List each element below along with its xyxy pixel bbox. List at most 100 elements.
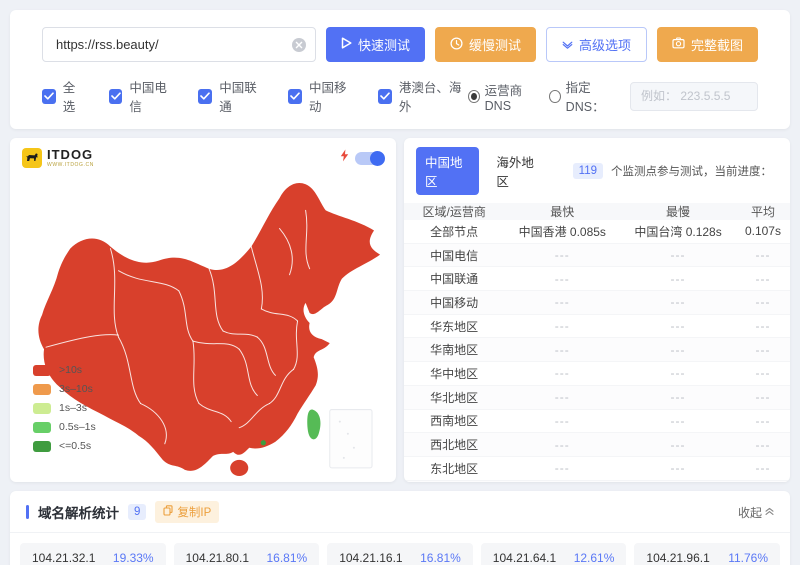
table-row[interactable]: 西北地区--------- [404, 433, 790, 457]
table-row[interactable]: 东北地区--------- [404, 457, 790, 481]
fast-test-label: 快速测试 [358, 35, 410, 54]
ip-percentage: 11.76% [728, 551, 768, 565]
dns-options: 运营商DNS 指定DNS： [468, 77, 758, 115]
advanced-options-label: 高级选项 [579, 35, 631, 54]
ip-chip-2[interactable]: 104.21.16.116.81% [327, 543, 473, 565]
map-toggle[interactable] [355, 152, 384, 165]
ip-chip-1[interactable]: 104.21.80.1 16.81% [174, 543, 320, 565]
table-row[interactable]: 华南地区--------- [404, 338, 790, 362]
tab-china[interactable]: 中国地区 [416, 147, 479, 195]
row-value: --- [620, 343, 736, 357]
row-value: --- [504, 438, 620, 452]
row-value: --- [736, 366, 790, 380]
carrier-dns-radio[interactable]: 运营商DNS [468, 80, 541, 113]
legend-label: 3s–10s [59, 383, 93, 395]
ip-percentage: 12.61% [574, 551, 615, 565]
column-header: 最慢 [620, 203, 736, 220]
ip-address: 104.21.32.1 [32, 551, 95, 565]
table-row[interactable]: 中国联通--------- [404, 267, 790, 291]
map-card: ITDOG WWW.ITDOG.CN [10, 138, 396, 482]
ip-chip-0[interactable]: 104.21.32.1 19.33% [20, 543, 166, 565]
legend-swatch [33, 403, 51, 414]
chevron-down-icon [562, 37, 573, 52]
collapse-button[interactable]: 收起 [738, 504, 774, 521]
slow-test-button[interactable]: 缓慢测试 [435, 27, 536, 62]
legend-swatch [33, 422, 51, 433]
carrier-checkbox-2[interactable]: 中国联通 [198, 77, 265, 115]
toolbar-card: 快速测试 缓慢测试 高级选项 完整截图 全选 中国电信中国联通中国移动 港澳台、海外… [10, 10, 790, 129]
hongkong-region [261, 440, 266, 445]
legend-label: 0.5s–1s [59, 421, 96, 433]
row-value: --- [504, 390, 620, 404]
row-value: --- [736, 248, 790, 262]
row-value: 中国台湾 0.128s [620, 223, 736, 240]
ip-chip-4[interactable]: 104.21.96.111.76% [634, 543, 780, 565]
itdog-brand: ITDOG WWW.ITDOG.CN [22, 148, 94, 168]
map-legend: >10s3s–10s1s–3s0.5s–1s<=0.5s [33, 364, 96, 452]
ip-address: 104.21.64.1 [493, 551, 556, 565]
copy-ip-button[interactable]: 复制IP [155, 501, 219, 523]
chevron-up-double-icon [765, 505, 774, 519]
row-value: --- [504, 343, 620, 357]
ip-count-badge: 9 [128, 504, 146, 520]
legend-label: <=0.5s [59, 440, 91, 452]
checkbox-checked-icon [109, 89, 123, 104]
ip-chip-grid: 104.21.32.119.33%104.21.80.116.81%104.21… [10, 533, 790, 565]
full-screenshot-button[interactable]: 完整截图 [657, 27, 758, 62]
checkbox-label: 全选 [63, 77, 86, 115]
custom-dns-input[interactable] [630, 82, 758, 111]
row-value: --- [620, 438, 736, 452]
carrier-checkbox-3[interactable]: 中国移动 [288, 77, 355, 115]
table-row[interactable]: 港澳台中国香港 0.085s中国台湾 0.128s0.107s [404, 481, 790, 482]
carrier-checkbox-0[interactable]: 全选 [42, 77, 86, 115]
table-row[interactable]: 华北地区--------- [404, 386, 790, 410]
table-row[interactable]: 全部节点中国香港 0.085s中国台湾 0.128s0.107s [404, 220, 790, 244]
ip-chip-3[interactable]: 104.21.64.1 12.61% [481, 543, 627, 565]
legend-item-3: 0.5s–1s [33, 421, 96, 433]
table-row[interactable]: 华中地区--------- [404, 362, 790, 386]
copy-icon [163, 505, 173, 519]
taiwan-region [307, 409, 320, 439]
table-row[interactable]: 华东地区--------- [404, 315, 790, 339]
row-value: --- [620, 248, 736, 262]
custom-dns-radio[interactable]: 指定DNS： [549, 77, 622, 115]
advanced-options-button[interactable]: 高级选项 [546, 27, 647, 62]
row-name: 华东地区 [404, 318, 504, 335]
carrier-checkbox-1[interactable]: 中国电信 [109, 77, 176, 115]
url-input[interactable] [42, 27, 316, 62]
ip-percentage: 16.81% [266, 551, 307, 565]
row-value: --- [736, 461, 790, 475]
checkbox-label: 中国电信 [129, 77, 175, 115]
table-row[interactable]: 中国电信--------- [404, 244, 790, 268]
row-value: --- [620, 461, 736, 475]
row-value: --- [620, 366, 736, 380]
clear-input-icon[interactable] [291, 37, 307, 53]
row-value: --- [504, 319, 620, 333]
carrier-checkbox-4[interactable]: 港澳台、海外 [378, 77, 468, 115]
table-row[interactable]: 中国移动--------- [404, 291, 790, 315]
page: 快速测试 缓慢测试 高级选项 完整截图 全选中国电信中国联通中国移动港澳台、海外… [0, 0, 800, 565]
brand-subtitle: WWW.ITDOG.CN [47, 163, 94, 168]
checkbox-label: 港澳台、海外 [399, 77, 468, 115]
ip-address: 104.21.80.1 [186, 551, 249, 565]
checkbox-checked-icon [378, 89, 392, 104]
table-row[interactable]: 西南地区--------- [404, 410, 790, 434]
monitor-count-badge: 119 [573, 163, 603, 179]
checkbox-checked-icon [288, 89, 302, 104]
row-value: --- [736, 295, 790, 309]
results-card: 中国地区 海外地区 119 个监测点参与测试，当前进度： 100% 区域/运营商… [404, 138, 790, 482]
row-value: --- [504, 248, 620, 262]
dns-stats-card: 域名解析统计 9 复制IP 收起 104.21.32.119.33%104.21… [10, 491, 790, 565]
carrier-dns-label: 运营商DNS [485, 80, 541, 113]
tab-overseas[interactable]: 海外地区 [487, 147, 550, 195]
legend-label: >10s [59, 364, 82, 376]
toggle-knob [370, 151, 385, 166]
carrier-checkbox-group: 全选 中国电信中国联通中国移动 港澳台、海外 [42, 77, 468, 115]
play-icon [341, 37, 352, 52]
row-value: --- [504, 272, 620, 286]
row-value: --- [620, 414, 736, 428]
row-name: 中国电信 [404, 247, 504, 264]
fast-test-button[interactable]: 快速测试 [326, 27, 425, 62]
ip-percentage: 19.33% [113, 551, 154, 565]
radio-selected-icon [468, 90, 480, 103]
